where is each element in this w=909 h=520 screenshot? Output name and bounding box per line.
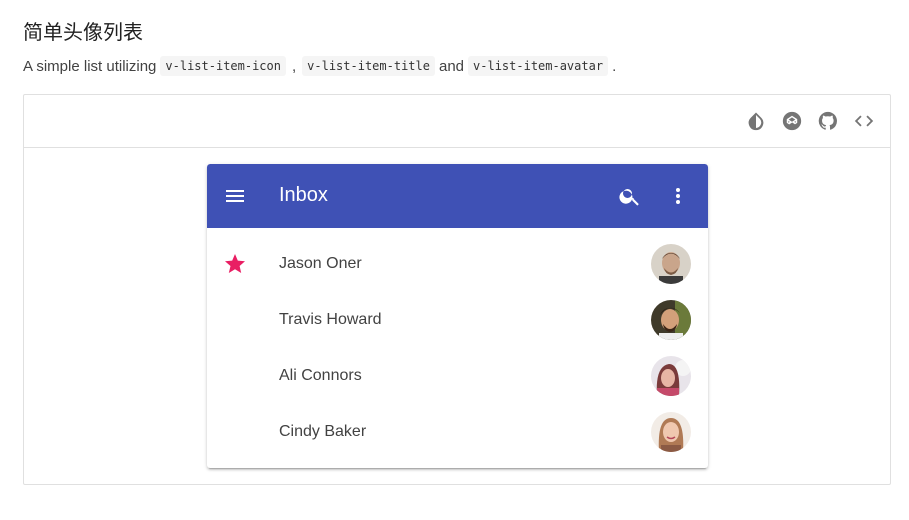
code-icon[interactable] [853, 110, 875, 132]
avatar [651, 244, 691, 284]
example-toolbar [24, 95, 890, 148]
code-snippet: v-list-item-icon [160, 56, 286, 76]
list-item-title: Jason Oner [279, 255, 362, 272]
code-snippet: v-list-item-title [302, 56, 435, 76]
list-item[interactable]: Cindy Baker [207, 404, 708, 460]
inbox-card: Inbox Jason Oner Travis Howard Ali Conno… [207, 164, 708, 468]
list-item-title: Ali Connors [279, 367, 362, 384]
more-vert-icon[interactable] [666, 184, 690, 208]
list-item-title: Cindy Baker [279, 423, 367, 440]
list-item-title: Travis Howard [279, 311, 382, 328]
star-icon [223, 252, 247, 276]
github-icon[interactable] [817, 110, 839, 132]
search-icon[interactable] [618, 184, 642, 208]
description-text: . [612, 57, 617, 75]
page-description: A simple list utilizing v-list-item-icon… [23, 56, 616, 76]
example-panel: Inbox Jason Oner Travis Howard Ali Conno… [23, 94, 891, 485]
code-snippet: v-list-item-avatar [468, 56, 609, 76]
app-bar-title: Inbox [279, 184, 328, 206]
description-text: A simple list utilizing [23, 57, 157, 75]
avatar [651, 412, 691, 452]
avatar [651, 300, 691, 340]
menu-icon[interactable] [223, 184, 247, 208]
app-bar: Inbox [207, 164, 708, 228]
page-title: 简单头像列表 [23, 20, 143, 44]
description-text: and [438, 57, 465, 75]
inbox-list: Jason Oner Travis Howard Ali Connors Cin… [207, 228, 708, 460]
list-item[interactable]: Ali Connors [207, 348, 708, 404]
avatar [651, 356, 691, 396]
list-item[interactable]: Jason Oner [207, 236, 708, 292]
list-item[interactable]: Travis Howard [207, 292, 708, 348]
invert-colors-icon[interactable] [745, 110, 767, 132]
description-separator: , [291, 57, 297, 75]
codepen-icon[interactable] [781, 110, 803, 132]
